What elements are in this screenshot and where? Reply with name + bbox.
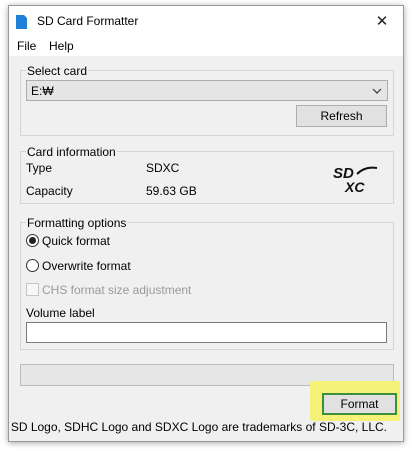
title-bar: SD Card Formatter ✕	[9, 6, 403, 36]
trademark-notice: SD Logo, SDHC Logo and SDXC Logo are tra…	[10, 420, 387, 434]
overwrite-format-radio[interactable]	[26, 259, 39, 272]
format-label: Format	[340, 397, 379, 411]
selected-card: E:₩	[31, 84, 54, 98]
sd-card-formatter-window: SD Card Formatter ✕ File Help Select car…	[8, 5, 404, 442]
capacity-value: 59.63 GB	[146, 184, 197, 198]
select-card-label: Select card	[26, 64, 89, 78]
card-select-dropdown[interactable]: E:₩	[26, 80, 388, 101]
chs-label: CHS format size adjustment	[42, 283, 192, 297]
menu-file[interactable]: File	[17, 39, 36, 53]
menu-bar: File Help	[9, 36, 403, 56]
type-label: Type	[26, 161, 53, 175]
refresh-button[interactable]: Refresh	[296, 105, 387, 127]
chevron-down-icon	[372, 88, 382, 94]
window-title: SD Card Formatter	[37, 14, 139, 28]
capacity-label: Capacity	[26, 184, 73, 198]
menu-help[interactable]: Help	[49, 39, 74, 53]
chs-checkbox[interactable]	[26, 283, 39, 296]
refresh-label: Refresh	[320, 109, 363, 123]
formatting-options-label: Formatting options	[26, 216, 128, 230]
card-info-label: Card information	[26, 145, 117, 159]
format-button[interactable]: Format	[322, 393, 397, 415]
quick-format-radio[interactable]	[26, 234, 39, 247]
close-icon: ✕	[375, 13, 389, 30]
overwrite-format-label[interactable]: Overwrite format	[42, 259, 131, 273]
volume-label-caption: Volume label	[26, 306, 95, 320]
radio-selected-dot	[29, 237, 36, 244]
sdxc-logo: SD XC	[333, 165, 378, 194]
sd-card-icon	[16, 15, 27, 29]
volume-label-input[interactable]	[26, 322, 387, 343]
logo-text-xc: XC	[344, 179, 365, 194]
close-button[interactable]: ✕	[361, 6, 403, 36]
type-value: SDXC	[146, 161, 180, 175]
quick-format-label[interactable]: Quick format	[42, 234, 110, 248]
